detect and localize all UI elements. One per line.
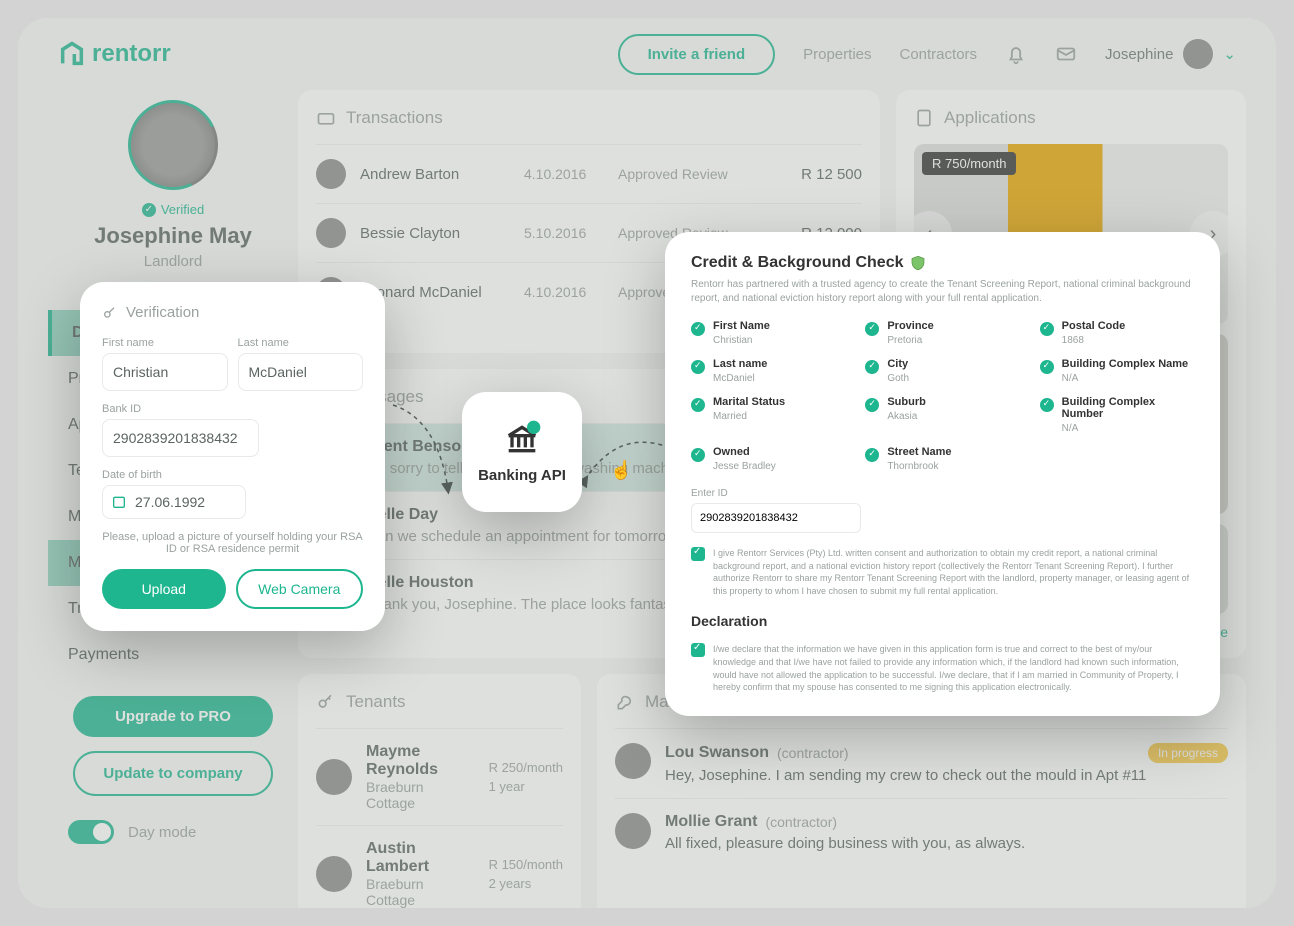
credit-field: Marital StatusMarried	[691, 396, 845, 434]
mail-icon[interactable]	[1055, 43, 1077, 65]
check-icon	[1040, 398, 1054, 412]
check-icon	[865, 322, 879, 336]
check-icon	[865, 448, 879, 462]
avatar	[316, 759, 352, 795]
bank-icon	[502, 419, 542, 459]
profile: ✓Verified Josephine May Landlord	[48, 100, 298, 290]
banking-api-node: Banking API	[462, 392, 582, 512]
key-icon	[316, 692, 336, 712]
tenants-card: Tenants Mayme ReynoldsBraeburn CottageR …	[298, 674, 581, 908]
bank-id-input[interactable]	[102, 419, 259, 457]
credit-field: SuburbAkasia	[865, 396, 1019, 434]
cursor-icon: ☝	[610, 460, 632, 481]
document-icon	[914, 108, 934, 128]
day-mode-label: Day mode	[128, 824, 196, 841]
avatar	[615, 743, 651, 779]
profile-name: Josephine May	[58, 223, 288, 249]
check-icon	[865, 398, 879, 412]
list-item[interactable]: Mollie Grant(contractor)All fixed, pleas…	[615, 798, 1228, 866]
credit-field: OwnedJesse Bradley	[691, 446, 845, 472]
avatar	[316, 218, 346, 248]
price-tag: R 750/month	[922, 152, 1016, 175]
credit-field: Last nameMcDaniel	[691, 358, 845, 384]
avatar	[615, 813, 651, 849]
declaration-heading: Declaration	[691, 613, 1194, 629]
profile-avatar	[115, 87, 230, 202]
logo-icon	[58, 40, 86, 68]
credit-field: ProvincePretoria	[865, 320, 1019, 346]
consent-checkbox[interactable]	[691, 547, 705, 561]
check-icon	[691, 322, 705, 336]
verification-popup: Verification First name Last name Bank I…	[80, 282, 385, 631]
declaration-checkbox[interactable]	[691, 643, 705, 657]
credit-field: CityGoth	[865, 358, 1019, 384]
wrench-icon	[615, 692, 635, 712]
key-icon	[102, 305, 118, 321]
first-name-input[interactable]	[102, 353, 228, 391]
credit-field: Building Complex NameN/A	[1040, 358, 1194, 384]
check-icon	[1040, 322, 1054, 336]
shield-icon	[909, 254, 927, 272]
status-badge: In progress	[1148, 743, 1228, 763]
invite-friend-button[interactable]: Invite a friend	[618, 34, 776, 75]
last-name-input[interactable]	[238, 353, 364, 391]
chevron-down-icon: ⌄	[1223, 45, 1236, 63]
check-icon	[691, 360, 705, 374]
nav-payments[interactable]: Payments	[48, 632, 298, 678]
credit-field: Street NameThornbrook	[865, 446, 1019, 472]
applications-title: Applications	[944, 108, 1036, 128]
upgrade-button[interactable]: Upgrade to PRO	[73, 696, 273, 737]
nav-properties[interactable]: Properties	[803, 46, 871, 63]
tenants-title: Tenants	[346, 692, 406, 712]
upload-button[interactable]: Upload	[102, 569, 226, 609]
avatar	[316, 159, 346, 189]
user-name: Josephine	[1105, 46, 1173, 63]
bell-icon[interactable]	[1005, 43, 1027, 65]
list-item[interactable]: Lou Swanson(contractor)In progressHey, J…	[615, 728, 1228, 798]
check-icon	[865, 360, 879, 374]
wallet-icon	[316, 108, 336, 128]
credit-field: First NameChristian	[691, 320, 845, 346]
transactions-title: Transactions	[346, 108, 443, 128]
credit-field: Building Complex NumberN/A	[1040, 396, 1194, 434]
avatar	[1183, 39, 1213, 69]
list-item[interactable]: Mayme ReynoldsBraeburn CottageR 250/mont…	[316, 728, 563, 825]
verified-badge: ✓Verified	[58, 202, 288, 217]
check-icon	[1040, 360, 1054, 374]
logo: rentorr	[58, 40, 171, 68]
calendar-icon	[111, 494, 127, 510]
upload-hint: Please, upload a picture of yourself hol…	[102, 531, 363, 555]
day-mode-toggle[interactable]	[68, 820, 114, 844]
profile-role: Landlord	[58, 253, 288, 270]
check-icon	[691, 448, 705, 462]
check-icon	[691, 398, 705, 412]
credit-check-popup: Credit & Background Check Rentorr has pa…	[665, 232, 1220, 716]
avatar	[316, 856, 352, 892]
dob-value: 27.06.1992	[135, 494, 205, 510]
nav-contractors[interactable]: Contractors	[900, 46, 978, 63]
user-menu[interactable]: Josephine ⌄	[1105, 39, 1236, 69]
header: rentorr Invite a friend Properties Contr…	[18, 18, 1276, 90]
enter-id-input[interactable]	[691, 503, 861, 533]
bank-api-label: Banking API	[478, 467, 566, 485]
update-company-button[interactable]: Update to company	[73, 751, 273, 796]
credit-field: Postal Code1868	[1040, 320, 1194, 346]
brand-text: rentorr	[92, 40, 171, 68]
table-row[interactable]: Andrew Barton4.10.2016Approved ReviewR 1…	[316, 144, 862, 203]
web-camera-button[interactable]: Web Camera	[236, 569, 364, 609]
list-item[interactable]: Austin LambertBraeburn CottageR 150/mont…	[316, 825, 563, 908]
